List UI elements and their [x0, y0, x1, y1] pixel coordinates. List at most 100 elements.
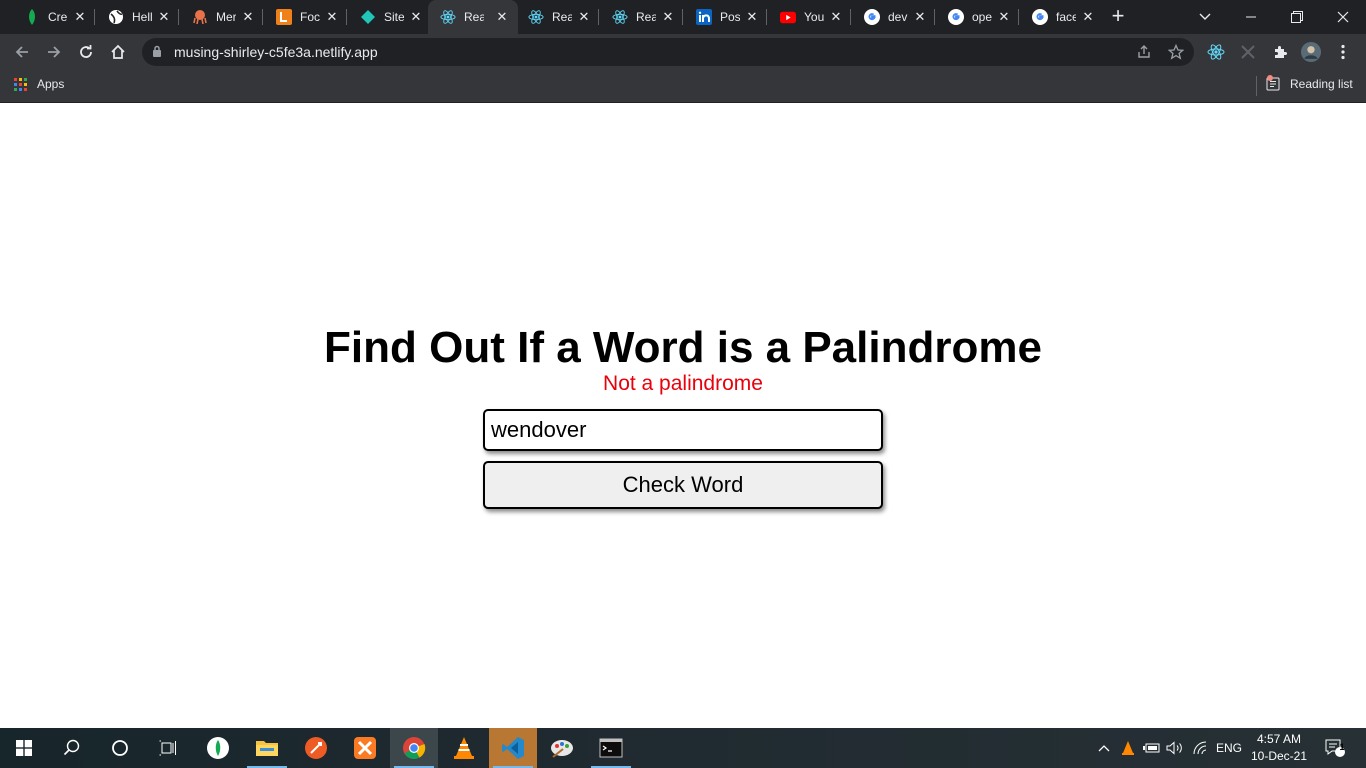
tab-close-icon[interactable]: ✕ [828, 9, 844, 25]
vlc-tray-icon[interactable] [1118, 728, 1138, 768]
browser-tab[interactable]: Mer ✕ [180, 0, 264, 34]
browser-tab[interactable]: Hell ✕ [96, 0, 180, 34]
chrome-menu-icon[interactable] [1333, 42, 1353, 62]
browser-tab[interactable]: Rea ✕ [516, 0, 600, 34]
browser-tab[interactable]: Rea ✕ [428, 0, 518, 34]
x-extension-icon[interactable] [1238, 42, 1258, 62]
tab-title: Mer [216, 10, 236, 24]
browser-tab[interactable]: dev ✕ [852, 0, 936, 34]
reload-button[interactable] [72, 38, 100, 66]
battery-icon[interactable] [1142, 728, 1162, 768]
tab-title: Foc [300, 10, 320, 24]
browser-tab[interactable]: You ✕ [768, 0, 852, 34]
windows-logo-icon [16, 740, 32, 756]
wifi-icon[interactable] [1190, 728, 1210, 768]
taskbar-postman[interactable] [292, 728, 340, 768]
browser-tab[interactable]: Foc ✕ [264, 0, 348, 34]
taskbar-file-explorer[interactable] [243, 728, 291, 768]
tab-close-icon[interactable]: ✕ [72, 9, 88, 25]
react-icon [612, 9, 628, 25]
taskbar-vlc[interactable] [440, 728, 488, 768]
tab-title: dev [888, 10, 908, 24]
apps-shortcut[interactable]: Apps [14, 77, 64, 91]
search-button[interactable] [48, 728, 96, 768]
tab-close-icon[interactable]: ✕ [996, 9, 1012, 25]
check-word-button[interactable]: Check Word [483, 461, 883, 509]
bookmark-star-icon[interactable] [1167, 43, 1185, 60]
minimize-button[interactable] [1228, 0, 1274, 34]
react-icon [440, 9, 456, 25]
vscode-icon [502, 737, 524, 759]
browser-tab[interactable]: Pos ✕ [684, 0, 768, 34]
reading-list-button[interactable]: Reading list [1256, 75, 1353, 96]
browser-tab[interactable]: ope ✕ [936, 0, 1020, 34]
browser-tab[interactable]: Site ✕ [348, 0, 432, 34]
tab-separator [1018, 9, 1019, 25]
page-content: Find Out If a Word is a Palindrome Not a… [0, 103, 1366, 728]
tab-separator [262, 9, 263, 25]
tab-search-icon[interactable] [1182, 0, 1228, 34]
home-button[interactable] [104, 38, 132, 66]
tab-separator [94, 9, 95, 25]
tab-close-icon[interactable]: ✕ [408, 9, 424, 25]
google-icon [1032, 9, 1048, 25]
taskbar-mongodb-compass[interactable] [194, 728, 242, 768]
show-hidden-icons-chevron[interactable] [1095, 728, 1113, 768]
tab-close-icon[interactable]: ✕ [240, 9, 256, 25]
address-bar[interactable]: musing-shirley-c5fe3a.netlify.app [142, 38, 1194, 66]
tab-close-icon[interactable]: ✕ [660, 9, 676, 25]
reading-list-badge [1267, 75, 1273, 81]
browser-tab[interactable]: Rea ✕ [600, 0, 684, 34]
tab-title: ope [972, 10, 992, 24]
lock-icon [152, 45, 162, 63]
taskbar-vscode[interactable] [489, 728, 537, 768]
task-view-icon [159, 740, 176, 756]
google-icon [864, 9, 880, 25]
forward-button[interactable] [40, 38, 68, 66]
taskbar-chrome[interactable] [390, 728, 438, 768]
tab-close-icon[interactable]: ✕ [744, 9, 760, 25]
task-view-button[interactable] [144, 728, 192, 768]
tab-separator [598, 9, 599, 25]
browser-tab[interactable]: Cre ✕ [12, 0, 96, 34]
windows-taskbar: ENG 4:57 AM 10-Dec-21 1 [0, 728, 1366, 768]
taskbar-xampp[interactable] [341, 728, 389, 768]
folder-icon [256, 741, 278, 756]
cortana-button[interactable] [96, 728, 144, 768]
taskbar-terminal[interactable] [587, 728, 635, 768]
browser-tab[interactable]: face ✕ [1020, 0, 1104, 34]
notification-count: 1 [1339, 742, 1345, 752]
tab-close-icon[interactable]: ✕ [1080, 9, 1096, 25]
tab-title: Cre [48, 10, 68, 24]
close-window-button[interactable] [1320, 0, 1366, 34]
tab-close-icon[interactable]: ✕ [576, 9, 592, 25]
focus-logo-icon [276, 9, 292, 25]
youtube-icon [780, 9, 796, 25]
back-button[interactable] [8, 38, 36, 66]
action-center-button[interactable]: 1 [1320, 728, 1350, 768]
mongodb-leaf-icon [24, 9, 40, 25]
react-devtools-extension-icon[interactable] [1206, 42, 1226, 62]
tab-close-icon[interactable]: ✕ [494, 9, 510, 25]
tab-close-icon[interactable]: ✕ [912, 9, 928, 25]
profile-avatar[interactable] [1301, 42, 1321, 62]
globe-icon [108, 9, 124, 25]
tab-close-icon[interactable]: ✕ [324, 9, 340, 25]
new-tab-button[interactable]: + [1106, 5, 1130, 29]
language-indicator[interactable]: ENG [1214, 728, 1244, 768]
restore-button[interactable] [1274, 0, 1320, 34]
tab-title: Rea [636, 10, 656, 24]
clock-date: 10-Dec-21 [1250, 749, 1308, 763]
tab-separator [346, 9, 347, 25]
tab-title: face [1056, 10, 1076, 24]
share-icon[interactable] [1136, 44, 1152, 60]
word-input[interactable] [483, 409, 883, 451]
system-clock[interactable]: 4:57 AM 10-Dec-21 [1248, 731, 1310, 765]
cortana-circle-icon [112, 740, 128, 756]
volume-icon[interactable] [1165, 728, 1185, 768]
tab-close-icon[interactable]: ✕ [156, 9, 172, 25]
tab-title: Hell [132, 10, 152, 24]
start-button[interactable] [0, 728, 48, 768]
extensions-puzzle-icon[interactable] [1270, 42, 1290, 62]
taskbar-paint[interactable] [538, 728, 586, 768]
